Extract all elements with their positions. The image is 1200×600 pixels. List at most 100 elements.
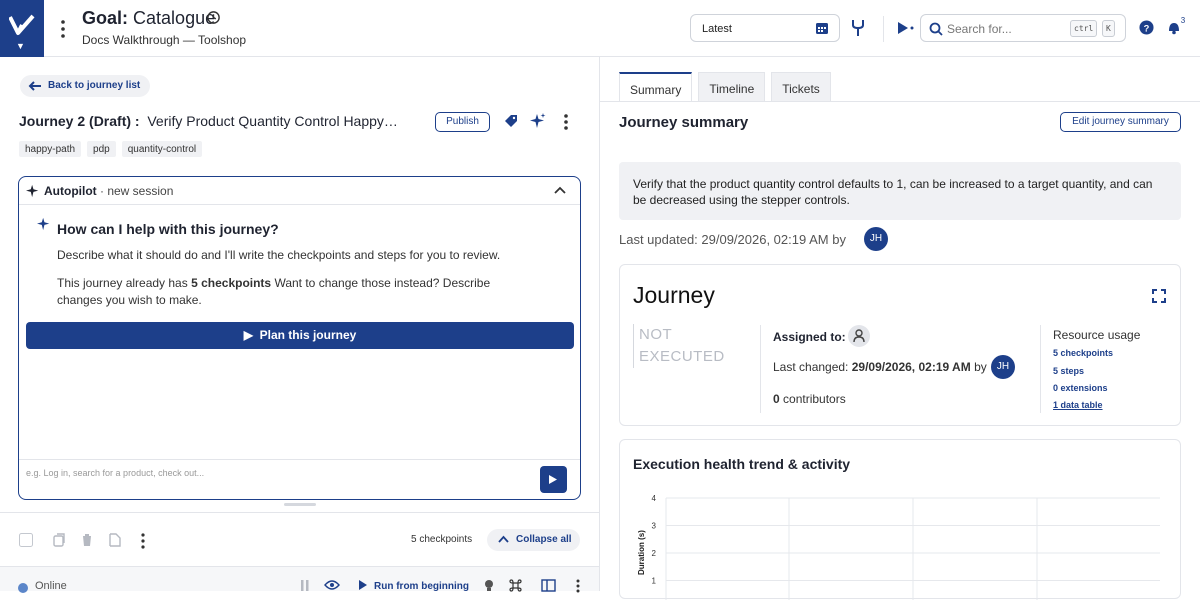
online-status-dot [18,583,28,593]
execution-status-line1: NOT [639,326,673,343]
resource-steps-link[interactable]: 5 steps [1053,366,1084,376]
contributors: 0 contributors [773,392,846,406]
back-to-journey-list-button[interactable]: Back to journey list [20,75,151,97]
y-tick-label: 3 [652,522,657,531]
chevron-up-icon[interactable] [554,186,566,194]
search-icon [929,22,943,36]
execution-status-line2: EXECUTED [639,348,725,365]
autopilot-header[interactable]: Autopilot · new session [19,177,580,205]
avatar[interactable]: JH [864,227,888,251]
checkpoint-toolbar: 5 checkpoints Collapse all [0,512,599,566]
sparkle-icon [37,217,50,231]
autopilot-title-label: Autopilot [44,184,97,198]
move-icon[interactable] [108,533,122,547]
top-bar: ▼ Goal: Catalogue Docs Walkthrough — Too… [0,0,1200,57]
tag-icon[interactable] [504,114,518,128]
run-from-beginning-button[interactable]: Run from beginning [374,581,469,592]
shortcut-k-key: K [1102,20,1115,37]
resource-checkpoints-link[interactable]: 5 checkpoints [1053,348,1113,358]
summary-tabs: Summary Timeline Tickets [619,72,831,102]
assigned-label: Assigned to: [773,330,846,344]
lightbulb-icon[interactable] [484,579,494,592]
autopilot-existing-note: This journey already has 5 checkpoints W… [57,275,527,309]
tab-tickets[interactable]: Tickets [771,72,831,102]
app-logo[interactable]: ▼ [0,0,44,57]
journey-summary-title: Journey summary [619,114,749,131]
online-status-label: Online [35,580,67,592]
goal-subtitle: Docs Walkthrough — Toolshop [82,33,247,47]
tag-chip[interactable]: happy-path [19,141,82,157]
y-tick-label: 2 [652,549,657,558]
journey-name: Verify Product Quantity Control Happy P.… [147,113,399,129]
card-divider [760,325,761,413]
autopilot-prompt-input[interactable]: e.g. Log in, search for a product, check… [19,459,580,499]
y-axis-label: Duration (s) [637,530,646,575]
resource-data-table-link[interactable]: 1 data table [1053,400,1103,410]
y-tick-label: 1 [652,577,657,586]
publish-button[interactable]: Publish [435,112,490,132]
y-tick-label: 4 [652,494,657,503]
assignee-placeholder[interactable] [848,325,870,347]
sparkle-icon [26,184,39,198]
autopilot-panel: Autopilot · new session How can I help w… [18,176,581,500]
checkpoint-count: 5 checkpoints [411,534,473,545]
eye-icon[interactable] [324,579,340,591]
resource-usage-title: Resource usage [1053,328,1141,342]
back-label: Back to journey list [48,80,141,91]
help-icon[interactable]: ? [1139,20,1154,35]
play-icon[interactable] [358,579,368,591]
card-divider [1040,325,1041,413]
search-input[interactable]: Search for... ctrl K [920,14,1126,42]
panel-divider[interactable] [599,57,600,591]
user-icon [853,329,865,343]
toolbar-separator [883,16,884,42]
sparkle-icon[interactable] [530,113,546,129]
trash-icon[interactable] [81,533,93,547]
copy-icon[interactable] [53,533,66,547]
autopilot-title: Autopilot · new session [44,184,173,198]
prompt-placeholder: e.g. Log in, search for a product, check… [26,468,205,478]
arrow-left-icon [28,81,41,91]
send-button[interactable] [540,466,567,493]
calendar-icon[interactable] [815,21,829,35]
last-changed: Last changed: 29/09/2026, 02:19 AM by [773,360,987,374]
journey-title: Journey 2 (Draft) : Verify Product Quant… [19,113,399,129]
autopilot-question: How can I help with this journey? [57,221,279,237]
tag-chip[interactable]: quantity-control [121,141,203,157]
select-all-checkbox[interactable] [19,533,33,547]
collapse-all-button[interactable]: Collapse all [487,529,580,551]
expand-icon[interactable] [1152,289,1166,303]
resource-extensions-link[interactable]: 0 extensions [1053,383,1108,393]
execution-health-chart-card: Execution health trend & activity 1 2 3 4 Du… [619,439,1181,600]
goal-name: Catalogue [133,8,216,28]
pause-icon[interactable] [300,579,310,591]
existing-prefix: This journey already has [57,276,188,290]
run-icon[interactable] [897,21,915,35]
plan-journey-label: Plan this journey [259,328,357,342]
command-icon[interactable] [509,579,522,592]
contributors-label: contributors [783,392,846,406]
tag-chip[interactable]: pdp [87,141,116,157]
goal-menu-icon[interactable] [58,19,68,39]
journey-menu-icon[interactable] [562,113,570,131]
shortcut-ctrl-key: ctrl [1070,20,1098,37]
collapse-all-label: Collapse all [516,534,572,545]
history-icon[interactable] [206,10,221,25]
tab-timeline[interactable]: Timeline [698,72,766,102]
existing-count: 5 checkpoints [191,276,272,290]
plan-journey-button[interactable]: ▶ Plan this journey [26,322,574,349]
journey-card: Journey NOT EXECUTED Assigned to: Last c… [619,264,1181,426]
journey-prefix: Journey 2 (Draft) : [19,113,140,129]
resize-handle[interactable] [284,503,316,506]
chevron-up-icon [498,535,509,543]
goal-label: Goal: [82,8,129,28]
edit-journey-summary-button[interactable]: Edit journey summary [1060,112,1181,132]
execution-status: NOT EXECUTED [633,324,753,368]
panel-layout-icon[interactable] [541,579,556,592]
branch-icon[interactable] [851,19,865,37]
tab-summary[interactable]: Summary [619,72,693,102]
autopilot-intro: Describe what it should do and I'll writ… [57,248,501,262]
avatar[interactable]: JH [991,355,1015,379]
more-icon[interactable] [139,533,147,549]
last-changed-by: by [974,360,987,374]
